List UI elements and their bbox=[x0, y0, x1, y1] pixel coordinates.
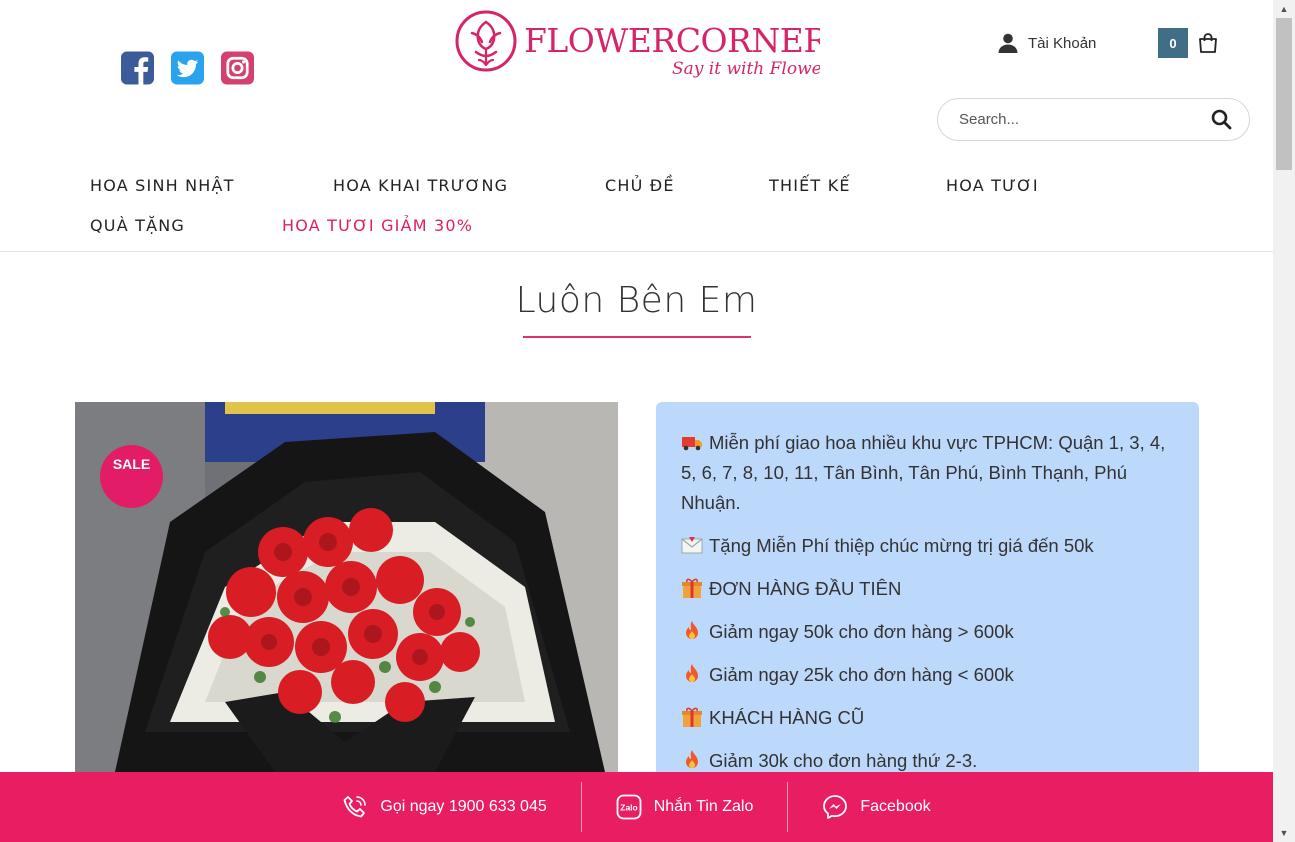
account-label: Tài Khoản bbox=[1028, 34, 1097, 52]
fire-emoji-icon bbox=[686, 750, 698, 768]
promo-line: Giảm ngay 25k cho đơn hàng < 600k bbox=[681, 660, 1174, 690]
twitter-icon[interactable] bbox=[171, 51, 204, 85]
user-icon bbox=[998, 33, 1018, 53]
logo-wordmark: FLOWERCORNER bbox=[524, 21, 820, 60]
phone-icon bbox=[343, 796, 367, 818]
envelope-emoji-icon bbox=[681, 537, 703, 554]
fire-emoji-icon bbox=[686, 621, 698, 639]
nav-item-chu-de[interactable]: CHỦ ĐỀ bbox=[605, 176, 675, 195]
page-title: Luôn Bên Em bbox=[515, 280, 758, 321]
promo-line: KHÁCH HÀNG CŨ bbox=[681, 703, 1174, 733]
call-button[interactable]: Gọi ngay 1900 633 045 bbox=[308, 782, 580, 832]
facebook-icon[interactable] bbox=[121, 51, 154, 85]
nav-item-hoa-tuoi[interactable]: HOA TƯƠI bbox=[946, 176, 1039, 195]
gift-emoji-icon bbox=[682, 707, 702, 727]
promo-box: Miễn phí giao hoa nhiều khu vực TPHCM: Q… bbox=[656, 402, 1199, 782]
truck-emoji-icon bbox=[682, 437, 702, 451]
zalo-label: Nhắn Tin Zalo bbox=[653, 798, 754, 815]
svg-text:Zalo: Zalo bbox=[620, 803, 637, 813]
nav-item-qua-tang[interactable]: QUÀ TẶNG bbox=[90, 216, 185, 235]
social-links bbox=[121, 51, 254, 85]
search-icon[interactable] bbox=[1211, 109, 1232, 130]
nav-divider bbox=[0, 251, 1273, 252]
search-box bbox=[937, 98, 1250, 141]
zalo-button[interactable]: Zalo Nhắn Tin Zalo bbox=[582, 782, 788, 832]
promo-line: Giảm ngay 50k cho đơn hàng > 600k bbox=[681, 617, 1174, 647]
brand-logo[interactable]: FLOWERCORNER Say it with Flowers bbox=[454, 8, 839, 84]
bottom-contact-bar: Gọi ngay 1900 633 045 Zalo Nhắn Tin Zalo… bbox=[0, 772, 1273, 842]
messenger-icon bbox=[823, 795, 848, 819]
nav-item-hoa-khai-truong[interactable]: HOA KHAI TRƯƠNG bbox=[333, 176, 508, 195]
sale-badge: SALE bbox=[100, 445, 163, 508]
nav-item-thiet-ke[interactable]: THIẾT KẾ bbox=[769, 176, 851, 195]
scroll-thumb[interactable] bbox=[1276, 18, 1292, 170]
page-scrollbar[interactable]: ▲ ▼ bbox=[1273, 0, 1295, 842]
cart-count-badge: 0 bbox=[1158, 28, 1188, 58]
promo-line: Miễn phí giao hoa nhiều khu vực TPHCM: Q… bbox=[681, 432, 1166, 513]
shopping-bag-icon bbox=[1199, 33, 1217, 53]
nav-item-hoa-sinh-nhat[interactable]: HOA SINH NHẬT bbox=[90, 176, 235, 195]
cart[interactable]: 0 bbox=[1158, 28, 1219, 58]
account-link[interactable]: Tài Khoản bbox=[997, 32, 1096, 54]
instagram-icon[interactable] bbox=[221, 51, 254, 85]
gift-emoji-icon bbox=[682, 578, 702, 598]
zalo-icon: Zalo bbox=[616, 794, 642, 820]
call-label: Gọi ngay 1900 633 045 bbox=[380, 798, 547, 815]
scroll-up-arrow-icon[interactable]: ▲ bbox=[1273, 0, 1295, 18]
promo-line: Tặng Miễn Phí thiệp chúc mừng trị giá đế… bbox=[681, 531, 1174, 561]
scroll-down-arrow-icon[interactable]: ▼ bbox=[1273, 824, 1295, 842]
facebook-label: Facebook bbox=[860, 798, 931, 815]
logo-tagline: Say it with Flowers bbox=[672, 59, 820, 79]
fire-emoji-icon bbox=[686, 664, 698, 682]
facebook-messenger-button[interactable]: Facebook bbox=[788, 782, 964, 832]
promo-line: ĐƠN HÀNG ĐẦU TIÊN bbox=[681, 574, 1174, 604]
search-input[interactable] bbox=[957, 110, 1191, 129]
title-underline bbox=[523, 336, 751, 338]
nav-item-hoa-tuoi-giam-30[interactable]: HOA TƯƠI GIẢM 30% bbox=[282, 216, 473, 235]
